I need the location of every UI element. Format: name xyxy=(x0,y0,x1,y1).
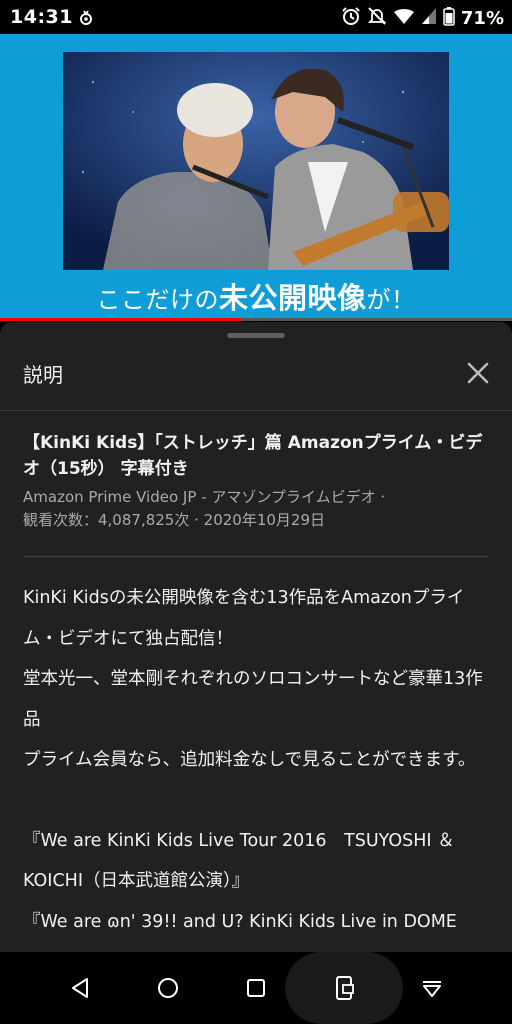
description-line: プライム会員なら、追加料金なしで見ることができます。 xyxy=(23,750,476,770)
description-gap xyxy=(23,781,498,821)
panel-title: 説明 xyxy=(23,363,63,387)
hide-nav-button[interactable] xyxy=(412,968,452,1008)
description-line: KinKi Kidsの未公開映像を含む13作品をAmazonプライム・ビデオにて… xyxy=(23,588,465,649)
description-line: 『We are ɷn' 39!! and U? KinKi Kids Live … xyxy=(23,911,457,932)
video-progress-fill xyxy=(0,318,241,321)
home-button[interactable] xyxy=(148,968,188,1008)
status-time: 14:31 xyxy=(10,6,73,28)
close-button[interactable] xyxy=(462,357,494,389)
status-bar: 14:31 71% xyxy=(0,0,512,34)
battery-icon xyxy=(443,6,455,30)
system-nav-bar xyxy=(0,952,512,1024)
back-triangle-icon xyxy=(72,978,88,998)
signal-icon xyxy=(421,7,437,29)
video-player[interactable]: ここだけの未公開映像が！ xyxy=(0,34,512,320)
alarm-icon xyxy=(341,6,361,30)
description-text: KinKi Kidsの未公開映像を含む13作品をAmazonプライム・ビデオにて… xyxy=(23,578,498,942)
channel-name[interactable]: Amazon Prime Video JP - アマゾンプライムビデオ · xyxy=(23,486,493,509)
caption-pre: ここだけの xyxy=(96,286,219,314)
status-icons: 71% xyxy=(341,6,504,30)
rotate-screen-button[interactable] xyxy=(324,968,364,1008)
video-frame xyxy=(63,52,449,270)
caption-bold: 未公開映像 xyxy=(218,281,367,315)
video-progress-bar[interactable] xyxy=(0,318,512,321)
rotate-phone-icon xyxy=(336,976,354,1000)
recents-square-icon xyxy=(247,979,265,997)
content-divider xyxy=(23,556,489,557)
video-title: 【KinKi Kids】「ストレッチ」篇 Amazonプライム・ビデオ（15秒）… xyxy=(23,433,483,479)
recents-button[interactable] xyxy=(236,968,276,1008)
description-line: 堂本光一、堂本剛それぞれのソロコンサートなど豪華13作品 xyxy=(23,669,483,730)
description-panel: 説明 【KinKi Kids】「ストレッチ」篇 Amazonプライム・ビデオ（1… xyxy=(0,322,512,952)
home-circle-icon xyxy=(158,978,178,998)
description-line: 『We are KinKi Kids Live Tour 2016 TSUYOS… xyxy=(23,830,455,892)
close-icon xyxy=(467,362,489,384)
video-caption: ここだけの未公開映像が！ xyxy=(0,275,512,317)
view-count-date: 観看次数：4,087,825次 · 2020年10月29日 xyxy=(23,511,325,529)
wifi-icon xyxy=(393,7,415,29)
notification-app-icon xyxy=(78,8,94,26)
mute-bell-icon xyxy=(367,6,387,30)
back-button[interactable] xyxy=(60,968,100,1008)
drag-handle[interactable] xyxy=(227,333,285,338)
caption-post: が！ xyxy=(366,286,416,314)
battery-percent: 71% xyxy=(460,7,504,29)
chevron-down-icon xyxy=(423,981,441,997)
panel-divider xyxy=(0,410,512,411)
